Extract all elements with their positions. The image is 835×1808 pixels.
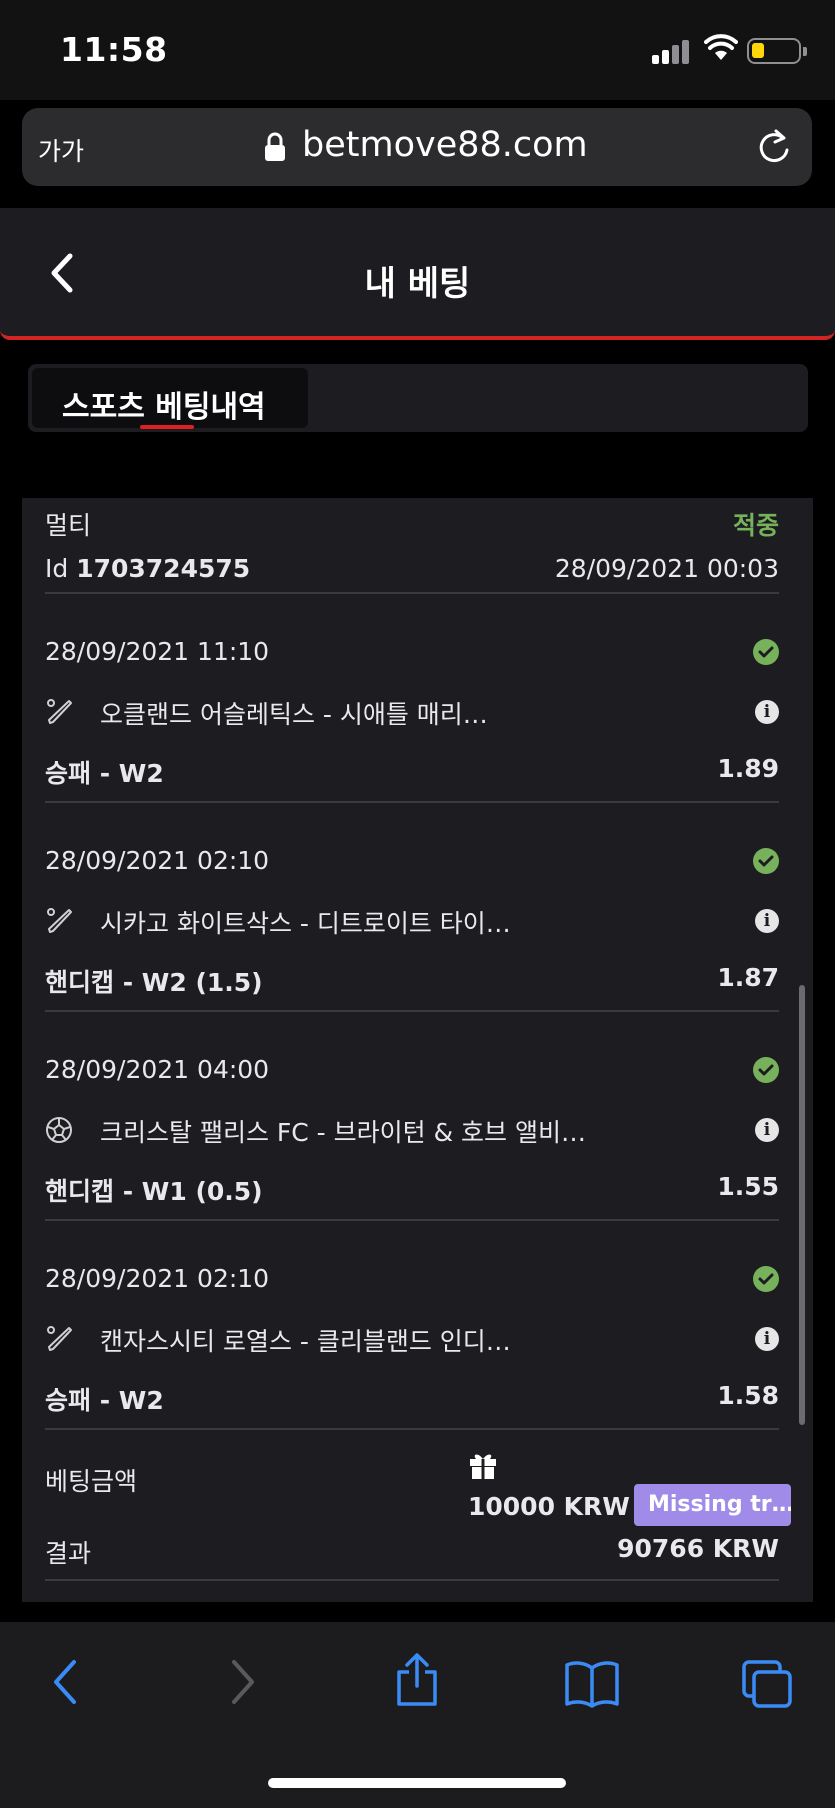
win-check-icon — [753, 848, 779, 874]
back-icon[interactable] — [48, 1658, 82, 1706]
tabs-icon[interactable] — [740, 1658, 794, 1710]
tab-label: 스포츠 베팅내역 — [62, 390, 266, 425]
page-title: 내 베팅 — [364, 264, 471, 304]
lock-icon — [265, 132, 285, 161]
info-icon[interactable]: i — [755, 1327, 779, 1351]
win-check-icon — [753, 1266, 779, 1292]
baseball-bat-icon — [45, 698, 73, 726]
home-indicator — [268, 1778, 566, 1788]
selection-odds: 1.58 — [717, 1381, 779, 1410]
selection-market: 핸디캡 - W1 (0.5) — [45, 1177, 263, 1206]
divider — [45, 1579, 779, 1581]
selection-row: 28/09/2021 04:00 크리스탈 팰리스 FC - 브라이턴 & 호브 … — [22, 1029, 813, 1238]
bet-id: Id 1703724575 — [45, 554, 250, 583]
soccer-ball-icon — [45, 1116, 73, 1144]
address-bar[interactable]: 가가 betmove88.com — [22, 108, 812, 186]
bet-status: 적중 — [732, 511, 779, 540]
win-check-icon — [753, 639, 779, 665]
info-icon[interactable]: i — [755, 1118, 779, 1142]
win-check-icon — [753, 1057, 779, 1083]
status-bar: 11:58 — [0, 0, 835, 100]
selection-row: 28/09/2021 02:10 시카고 화이트삭스 - 디트로이트 타이… i 핸디… — [22, 820, 813, 1029]
scrollbar[interactable] — [799, 985, 805, 1425]
bet-type: 멀티 — [45, 511, 92, 540]
divider — [45, 1219, 779, 1221]
selection-market: 핸디캡 - W2 (1.5) — [45, 968, 263, 997]
bookmarks-icon[interactable] — [564, 1660, 620, 1708]
reader-text-size-button[interactable]: 가가 — [38, 132, 84, 168]
divider — [45, 1428, 779, 1430]
baseball-bat-icon — [45, 1325, 73, 1353]
selection-market: 승패 - W2 — [45, 759, 164, 788]
browser-toolbar — [0, 1622, 835, 1808]
selection-market: 승패 - W2 — [45, 1386, 164, 1415]
gift-icon — [470, 1454, 496, 1479]
selection-event: 크리스탈 팰리스 FC - 브라이턴 & 호브 앨비… — [100, 1118, 586, 1147]
battery-icon — [747, 38, 807, 64]
share-icon[interactable] — [393, 1652, 441, 1708]
forward-icon[interactable] — [226, 1658, 260, 1706]
url-text[interactable]: betmove88.com — [302, 125, 588, 165]
reload-icon[interactable] — [756, 128, 792, 166]
active-tab-indicator — [140, 425, 194, 429]
selection-odds: 1.87 — [717, 963, 779, 992]
selection-event: 오클랜드 어슬레틱스 - 시애틀 매리… — [100, 700, 488, 729]
missing-translation-badge[interactable]: Missing tr… — [634, 1484, 791, 1526]
divider — [45, 1010, 779, 1012]
stake-label: 베팅금액 — [45, 1467, 138, 1496]
selection-date: 28/09/2021 02:10 — [45, 846, 270, 875]
selection-event: 시카고 화이트삭스 - 디트로이트 타이… — [100, 909, 511, 938]
divider — [45, 592, 779, 594]
wifi-icon — [704, 34, 738, 60]
status-time: 11:58 — [60, 30, 168, 69]
stake-amount: 10000 KRW — [468, 1492, 630, 1521]
tab-bar: 스포츠 베팅내역 — [28, 364, 808, 432]
selection-odds: 1.89 — [717, 754, 779, 783]
selection-date: 28/09/2021 04:00 — [45, 1055, 270, 1084]
selection-event: 캔자스시티 로열스 - 클리블랜드 인디… — [100, 1327, 511, 1356]
tab-sports-bet-history[interactable]: 스포츠 베팅내역 — [32, 368, 308, 429]
selection-date: 28/09/2021 02:10 — [45, 1264, 270, 1293]
cellular-signal-icon — [652, 36, 692, 64]
baseball-bat-icon — [45, 907, 73, 935]
selection-row: 28/09/2021 02:10 캔자스시티 로열스 - 클리블랜드 인디… i 승패… — [22, 1238, 813, 1447]
selection-date: 28/09/2021 11:10 — [45, 637, 270, 666]
bet-id-label: Id — [45, 554, 69, 583]
result-amount: 90766 KRW — [617, 1534, 779, 1563]
app-header: 내 베팅 — [0, 208, 835, 340]
selection-odds: 1.55 — [717, 1172, 779, 1201]
bet-date: 28/09/2021 00:03 — [554, 554, 779, 583]
selection-row: 28/09/2021 11:10 오클랜드 어슬레틱스 - 시애틀 매리… i 승패 … — [22, 611, 813, 820]
result-label: 결과 — [45, 1539, 92, 1568]
info-icon[interactable]: i — [755, 700, 779, 724]
bet-card: 멀티 적중 Id 1703724575 28/09/2021 00:03 28/… — [22, 498, 813, 1602]
info-icon[interactable]: i — [755, 909, 779, 933]
divider — [45, 801, 779, 803]
bet-id-value: 1703724575 — [76, 554, 251, 583]
